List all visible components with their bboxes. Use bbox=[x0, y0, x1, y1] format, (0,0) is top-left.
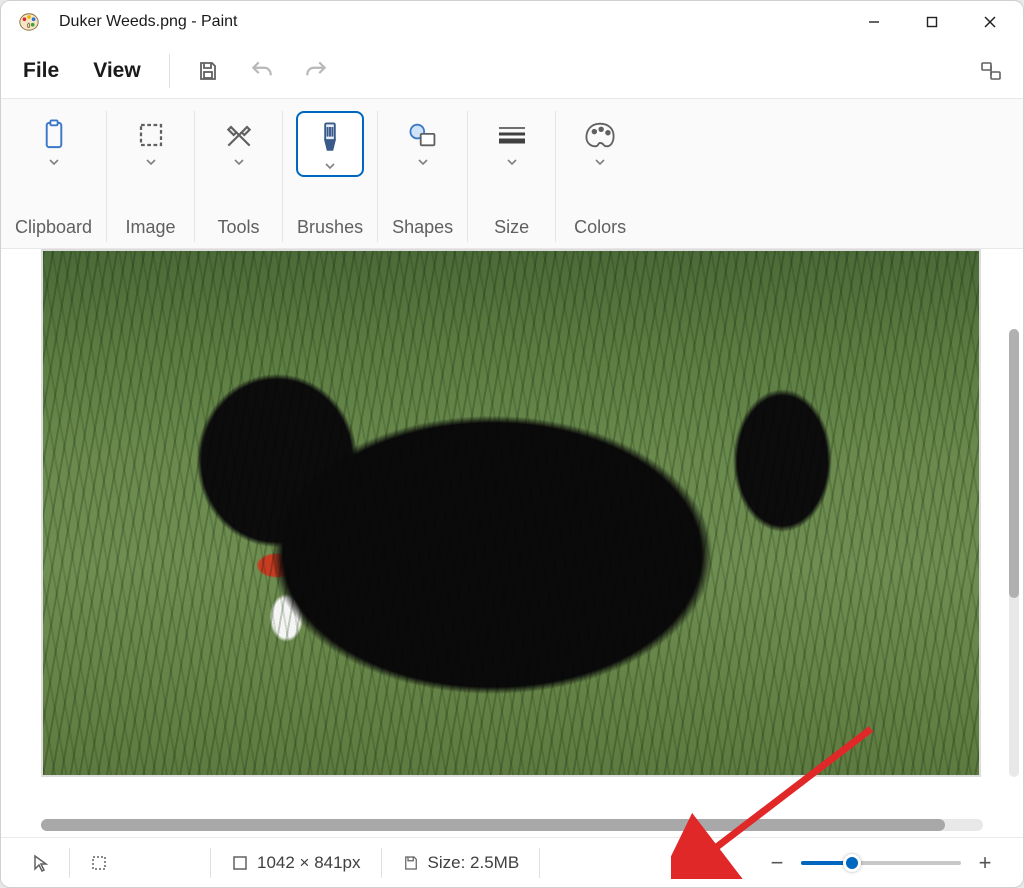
statusbar: 1042 × 841px Size: 2.5MB − + bbox=[1, 837, 1023, 887]
ribbon-label-shapes: Shapes bbox=[388, 207, 457, 242]
chevron-down-icon bbox=[232, 157, 246, 167]
ribbon-group-image: Image bbox=[107, 111, 195, 242]
brush-icon bbox=[312, 121, 348, 157]
ribbon-label-brushes: Brushes bbox=[293, 207, 367, 242]
zoom-in-button[interactable]: + bbox=[971, 849, 999, 877]
ribbon-group-size: Size bbox=[468, 111, 556, 242]
redo-button[interactable] bbox=[294, 49, 338, 93]
maximize-button[interactable] bbox=[903, 1, 961, 43]
ribbon-group-colors: Colors bbox=[556, 111, 644, 242]
ribbon-group-brushes: Brushes bbox=[283, 111, 378, 242]
selection-icon bbox=[133, 117, 169, 153]
undo-button[interactable] bbox=[240, 49, 284, 93]
ribbon-group-clipboard: Clipboard bbox=[1, 111, 107, 242]
horizontal-scrollbar[interactable] bbox=[41, 819, 983, 831]
paint-app-icon bbox=[17, 10, 41, 34]
ribbon-label-colors: Colors bbox=[570, 207, 630, 242]
horizontal-scrollbar-thumb[interactable] bbox=[41, 819, 945, 831]
image-content bbox=[43, 251, 979, 775]
document-image[interactable] bbox=[41, 249, 981, 777]
divider bbox=[539, 848, 540, 878]
vertical-scrollbar-thumb[interactable] bbox=[1009, 329, 1019, 598]
palette-icon bbox=[582, 117, 618, 153]
menu-file[interactable]: File bbox=[11, 53, 71, 89]
menubar: File View bbox=[1, 43, 1023, 99]
size-control[interactable] bbox=[484, 111, 540, 169]
canvas-viewport[interactable] bbox=[41, 249, 1023, 811]
window-controls bbox=[845, 1, 1019, 43]
chevron-down-icon bbox=[505, 157, 519, 167]
selection-icon bbox=[90, 854, 108, 872]
cursor-pointer-status bbox=[11, 847, 69, 879]
paint-window: Duker Weeds.png - Paint File View bbox=[0, 0, 1024, 888]
cursor-icon bbox=[31, 853, 49, 873]
vertical-scrollbar[interactable] bbox=[1009, 329, 1019, 777]
chevron-down-icon bbox=[416, 157, 430, 167]
dimensions-status: 1042 × 841px bbox=[211, 847, 381, 879]
chevron-down-icon bbox=[47, 157, 61, 167]
ribbon-label-size: Size bbox=[490, 207, 533, 242]
chevron-down-icon bbox=[144, 157, 158, 167]
chevron-down-icon bbox=[593, 157, 607, 167]
colors-control[interactable] bbox=[572, 111, 628, 169]
zoom-control: − + bbox=[749, 849, 1013, 877]
zoom-out-button[interactable]: − bbox=[763, 849, 791, 877]
filesize-status: Size: 2.5MB bbox=[382, 847, 540, 879]
clipboard-control[interactable] bbox=[26, 111, 82, 169]
window-title: Duker Weeds.png - Paint bbox=[59, 13, 237, 31]
ribbon-label-tools: Tools bbox=[214, 207, 264, 242]
zoom-slider-thumb[interactable] bbox=[843, 854, 861, 872]
menu-view[interactable]: View bbox=[81, 53, 152, 89]
ribbon-label-image: Image bbox=[122, 207, 180, 242]
settings-button[interactable] bbox=[969, 49, 1013, 93]
canvas-area bbox=[1, 249, 1023, 837]
zoom-slider[interactable] bbox=[801, 861, 961, 865]
selection-status bbox=[70, 847, 210, 879]
image-control[interactable] bbox=[123, 111, 179, 169]
chevron-down-icon bbox=[323, 161, 337, 171]
divider bbox=[169, 54, 170, 88]
tools-icon bbox=[221, 117, 257, 153]
titlebar: Duker Weeds.png - Paint bbox=[1, 1, 1023, 43]
save-button[interactable] bbox=[186, 49, 230, 93]
ribbon: Clipboard Image bbox=[1, 99, 1023, 249]
disk-icon bbox=[402, 854, 420, 872]
dimensions-text: 1042 × 841px bbox=[257, 853, 361, 873]
minimize-button[interactable] bbox=[845, 1, 903, 43]
clipboard-icon bbox=[36, 117, 72, 153]
brushes-control[interactable] bbox=[296, 111, 364, 177]
dimensions-icon bbox=[231, 854, 249, 872]
shapes-icon bbox=[405, 117, 441, 153]
tools-control[interactable] bbox=[211, 111, 267, 169]
ribbon-group-tools: Tools bbox=[195, 111, 283, 242]
filesize-text: Size: 2.5MB bbox=[428, 853, 520, 873]
ribbon-group-shapes: Shapes bbox=[378, 111, 468, 242]
ribbon-label-clipboard: Clipboard bbox=[11, 207, 96, 242]
size-icon bbox=[494, 117, 530, 153]
shapes-control[interactable] bbox=[395, 111, 451, 169]
close-button[interactable] bbox=[961, 1, 1019, 43]
